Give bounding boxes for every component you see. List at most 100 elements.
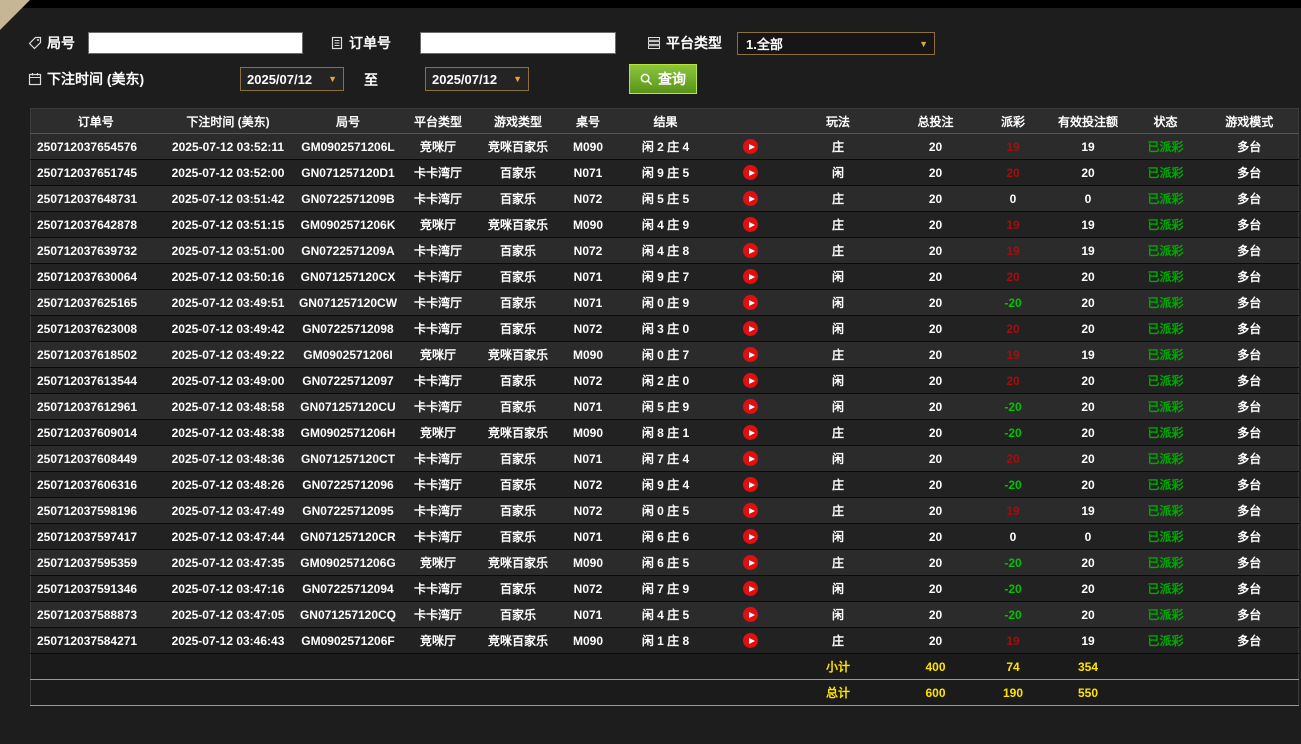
cell-platform-type: 卡卡湾厅 — [400, 601, 476, 628]
play-icon[interactable] — [743, 607, 758, 623]
cell-total-bet: 20 — [890, 315, 981, 342]
table-row: 250712037625165 2025-07-12 03:49:51 GN07… — [30, 289, 1299, 316]
query-button[interactable]: 查询 — [629, 64, 697, 94]
play-icon[interactable] — [743, 217, 758, 233]
cell-payout: -20 — [980, 549, 1046, 576]
cell-bet-time: 2025-07-12 03:47:05 — [160, 601, 296, 628]
cell-order-no: 250712037642878 — [30, 211, 161, 238]
cell-valid-bet: 0 — [1045, 523, 1131, 550]
cell-table-no: N072 — [560, 315, 616, 342]
cell-game-no: GN07225712096 — [295, 471, 401, 498]
cell-game-mode: 多台 — [1200, 185, 1299, 212]
cell-game-no: GN0722571209A — [295, 237, 401, 264]
cell-status: 已派彩 — [1130, 289, 1201, 316]
cell-valid-bet: 20 — [1045, 367, 1131, 394]
cell-play — [715, 289, 786, 316]
play-icon[interactable] — [743, 529, 758, 545]
play-icon[interactable] — [743, 555, 758, 571]
play-icon[interactable] — [743, 321, 758, 337]
cell-order-no: 250712037651745 — [30, 159, 161, 186]
chevron-down-icon: ▼ — [513, 74, 522, 84]
cell-bet-time: 2025-07-12 03:50:16 — [160, 263, 296, 290]
cell-game-no: GN071257120CX — [295, 263, 401, 290]
cell-game-mode: 多台 — [1200, 315, 1299, 342]
col-total-bet: 总投注 — [890, 108, 981, 134]
col-play — [715, 108, 786, 134]
play-icon[interactable] — [743, 243, 758, 259]
cell-table-no: N071 — [560, 445, 616, 472]
table-row: 250712037595359 2025-07-12 03:47:35 GM09… — [30, 549, 1299, 576]
cell-game-no: GM0902571206H — [295, 419, 401, 446]
cell-order-no: 250712037588873 — [30, 601, 161, 628]
cell-result: 闲 6 庄 5 — [615, 549, 716, 576]
cell-table-no: N071 — [560, 601, 616, 628]
cell-status: 已派彩 — [1130, 497, 1201, 524]
play-icon[interactable] — [743, 269, 758, 285]
play-icon[interactable] — [743, 451, 758, 467]
cell-game-no: GM0902571206I — [295, 341, 401, 368]
cell-result: 闲 3 庄 0 — [615, 315, 716, 342]
subtotal-total-bet: 400 — [890, 653, 981, 680]
col-valid-bet: 有效投注额 — [1045, 108, 1131, 134]
corner-decoration — [0, 0, 30, 30]
date-to-button[interactable]: 2025/07/12 ▼ — [425, 67, 529, 91]
cell-result: 闲 4 庄 9 — [615, 211, 716, 238]
cell-platform-type: 卡卡湾厅 — [400, 393, 476, 420]
table-header-row: 订单号 下注时间 (美东) 局号 平台类型 游戏类型 桌号 结果 玩法 总投注 … — [30, 108, 1299, 134]
cell-table-no: N071 — [560, 523, 616, 550]
cell-game-mode: 多台 — [1200, 263, 1299, 290]
play-icon[interactable] — [743, 399, 758, 415]
cell-bet-side: 庄 — [785, 341, 891, 368]
play-icon[interactable] — [743, 503, 758, 519]
cell-status: 已派彩 — [1130, 133, 1201, 160]
cell-result: 闲 5 庄 9 — [615, 393, 716, 420]
play-icon[interactable] — [743, 633, 758, 649]
cell-game-no: GN071257120CT — [295, 445, 401, 472]
play-icon[interactable] — [743, 165, 758, 181]
game-no-input[interactable] — [88, 32, 303, 54]
query-button-label: 查询 — [658, 71, 686, 87]
cell-play — [715, 263, 786, 290]
cell-total-bet: 20 — [890, 237, 981, 264]
cell-platform-type: 竞咪厅 — [400, 133, 476, 160]
cell-status: 已派彩 — [1130, 523, 1201, 550]
cell-table-no: M090 — [560, 341, 616, 368]
cell-table-no: N072 — [560, 185, 616, 212]
cell-game-mode: 多台 — [1200, 549, 1299, 576]
play-icon[interactable] — [743, 139, 758, 155]
play-icon[interactable] — [743, 191, 758, 207]
play-icon[interactable] — [743, 477, 758, 493]
cell-game-type: 百家乐 — [475, 263, 561, 290]
cell-valid-bet: 19 — [1045, 497, 1131, 524]
cell-game-mode: 多台 — [1200, 341, 1299, 368]
cell-game-mode: 多台 — [1200, 497, 1299, 524]
cell-order-no: 250712037608449 — [30, 445, 161, 472]
cell-table-no: N071 — [560, 263, 616, 290]
cell-game-type: 百家乐 — [475, 315, 561, 342]
cell-valid-bet: 20 — [1045, 393, 1131, 420]
cell-payout: -20 — [980, 289, 1046, 316]
cell-table-no: M090 — [560, 419, 616, 446]
cell-bet-time: 2025-07-12 03:51:00 — [160, 237, 296, 264]
play-icon[interactable] — [743, 581, 758, 597]
cell-result: 闲 2 庄 4 — [615, 133, 716, 160]
cell-bet-time: 2025-07-12 03:47:16 — [160, 575, 296, 602]
cell-total-bet: 20 — [890, 289, 981, 316]
play-icon[interactable] — [743, 373, 758, 389]
cell-payout: 19 — [980, 341, 1046, 368]
cell-status: 已派彩 — [1130, 393, 1201, 420]
platform-type-select[interactable]: 1.全部 ▼ — [737, 32, 935, 55]
cell-total-bet: 20 — [890, 471, 981, 498]
order-no-input[interactable] — [420, 32, 616, 54]
cell-game-type: 百家乐 — [475, 523, 561, 550]
table-row: 250712037613544 2025-07-12 03:49:00 GN07… — [30, 367, 1299, 394]
play-icon[interactable] — [743, 347, 758, 363]
table-row: 250712037648731 2025-07-12 03:51:42 GN07… — [30, 185, 1299, 212]
play-icon[interactable] — [743, 295, 758, 311]
list-icon — [648, 37, 660, 49]
date-from-button[interactable]: 2025/07/12 ▼ — [240, 67, 344, 91]
cell-platform-type: 卡卡湾厅 — [400, 289, 476, 316]
play-icon[interactable] — [743, 425, 758, 441]
bet-records-table: 订单号 下注时间 (美东) 局号 平台类型 游戏类型 桌号 结果 玩法 总投注 … — [30, 108, 1299, 706]
cell-result: 闲 0 庄 5 — [615, 497, 716, 524]
